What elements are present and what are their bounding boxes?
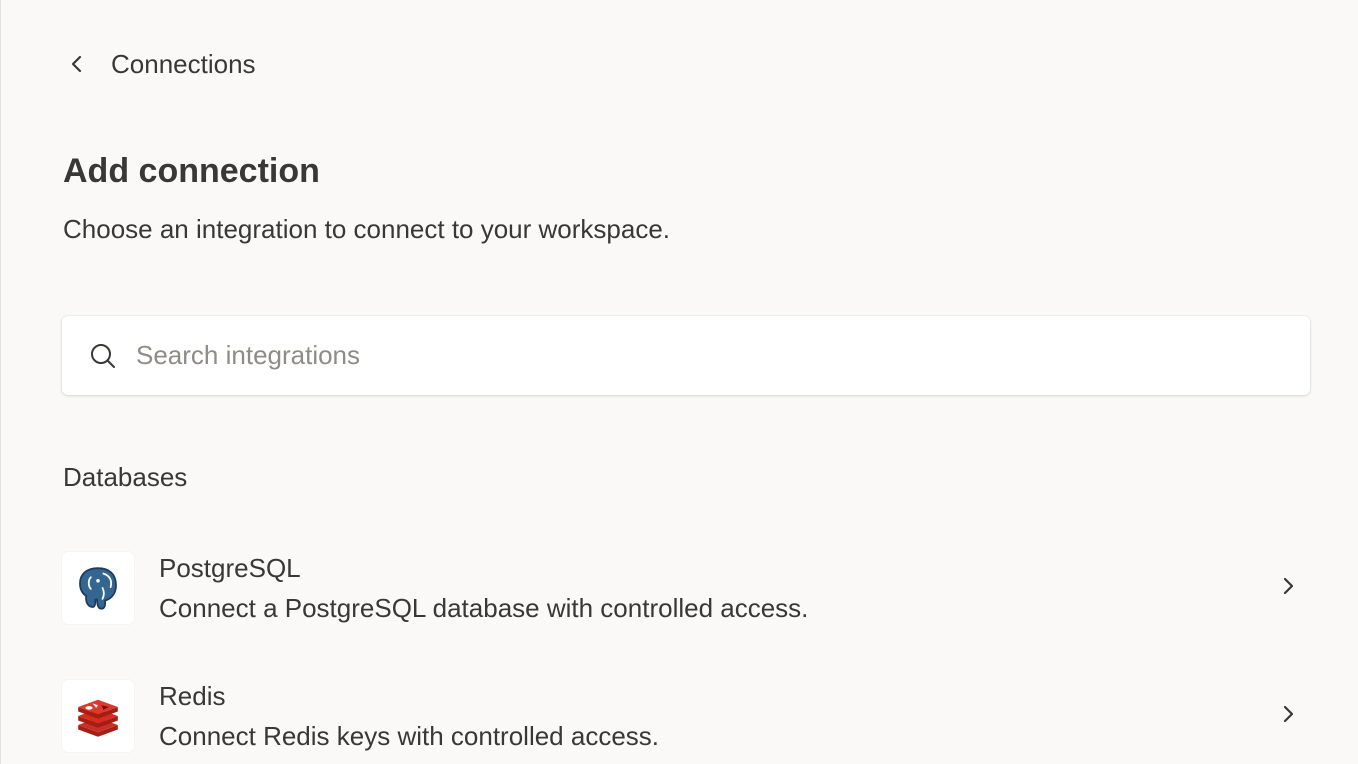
chevron-right-icon xyxy=(1274,572,1302,600)
integration-name: PostgreSQL xyxy=(159,553,301,583)
integration-item-postgresql[interactable]: PostgreSQL Connect a PostgreSQL database… xyxy=(62,548,1312,628)
chevron-right-icon xyxy=(1274,700,1302,728)
redis-logo-icon xyxy=(62,680,134,752)
search-input[interactable] xyxy=(134,324,1310,387)
postgresql-logo-icon xyxy=(62,552,134,624)
back-button[interactable]: Connections xyxy=(63,49,256,80)
section-title-databases: Databases xyxy=(63,462,188,492)
integration-name: Redis xyxy=(159,681,226,711)
page-title: Add connection xyxy=(63,152,320,190)
breadcrumb: Connections xyxy=(63,44,256,84)
integration-description: Connect Redis keys with controlled acces… xyxy=(159,721,660,751)
integration-item-redis[interactable]: Redis Connect Redis keys with controlled… xyxy=(62,676,1312,756)
back-label[interactable]: Connections xyxy=(111,49,256,80)
integration-description: Connect a PostgreSQL database with contr… xyxy=(159,593,809,623)
page-subtitle: Choose an integration to connect to your… xyxy=(63,214,671,244)
search-icon xyxy=(88,341,118,371)
chevron-left-icon xyxy=(63,50,91,78)
search-box[interactable] xyxy=(62,316,1310,395)
